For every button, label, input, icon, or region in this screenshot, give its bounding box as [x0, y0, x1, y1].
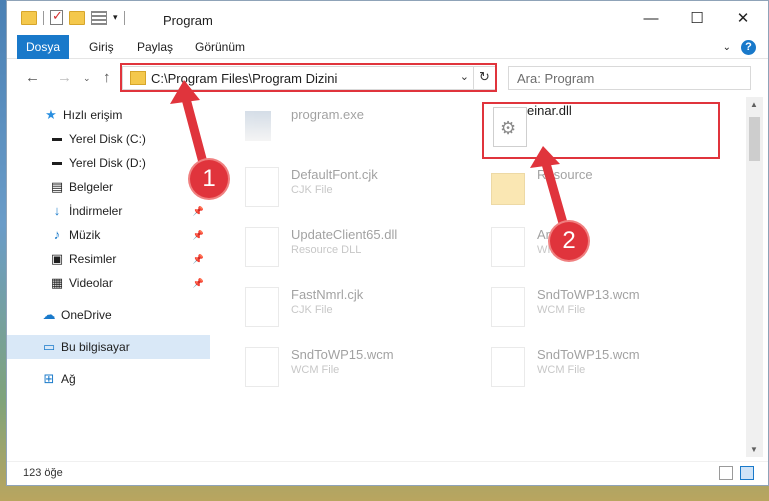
close-button[interactable]: ✕ — [720, 1, 766, 35]
sidebar-item-belgeler[interactable]: ▤ Belgeler — [7, 175, 210, 199]
scroll-up-icon[interactable]: ▲ — [750, 100, 758, 109]
up-arrow-icon[interactable]: ↑ — [103, 69, 111, 86]
network-icon: ⊞ — [43, 371, 55, 386]
sidebar-item-muzik[interactable]: ♪ Müzik 📌 — [7, 223, 210, 247]
sidebar-item-videolar[interactable]: ▦ Videolar 📌 — [7, 271, 210, 295]
tab-paylas[interactable]: Paylaş — [127, 35, 183, 59]
file-icon — [245, 347, 279, 387]
file-icon — [491, 347, 525, 387]
video-icon: ▦ — [50, 275, 64, 290]
file-item[interactable]: FastNmrl.cjk CJK File — [245, 283, 475, 335]
download-icon: ↓ — [53, 203, 61, 218]
file-highlight-box — [482, 102, 720, 159]
folder-icon — [21, 10, 37, 25]
sidebar-item-disk-d[interactable]: ▬ Yerel Disk (D:) — [7, 151, 210, 175]
file-icon — [245, 287, 279, 327]
pin-icon[interactable]: 📌 — [193, 254, 204, 265]
search-box[interactable]: Ara: Program — [508, 66, 751, 90]
program-icon — [245, 111, 271, 141]
minimize-button[interactable]: — — [628, 1, 674, 35]
expand-ribbon-icon[interactable]: ⌄ — [723, 42, 731, 53]
cloud-icon: ☁ — [42, 307, 56, 322]
pin-icon[interactable]: 📌 — [193, 206, 204, 217]
forward-arrow-icon[interactable]: → — [57, 69, 72, 86]
tab-dosya[interactable]: Dosya — [17, 35, 69, 59]
sidebar-item-onedrive[interactable]: ☁ OneDrive — [7, 303, 210, 327]
large-icons-view-icon[interactable] — [740, 466, 754, 480]
sidebar-item-bu-bilgisayar[interactable]: ▭ Bu bilgisayar — [7, 335, 210, 359]
customize-toolbar-icon[interactable]: ▾ — [113, 12, 118, 23]
file-item[interactable]: program.exe — [245, 103, 475, 155]
drive-icon: ▬ — [52, 157, 62, 168]
sidebar-item-indirmeler[interactable]: ↓ İndirmeler 📌 — [7, 199, 210, 223]
file-item[interactable]: Archived WIM File — [491, 223, 721, 275]
window-title: Program — [163, 13, 213, 28]
tab-gorunum[interactable]: Görünüm — [185, 35, 255, 59]
ribbon: Dosya Giriş Paylaş Görünüm ⌄ ? — [7, 35, 768, 59]
document-icon: ▤ — [50, 179, 64, 194]
file-item[interactable]: SndToWP13.wcm WCM File — [491, 283, 721, 335]
pin-icon[interactable]: 📌 — [193, 278, 204, 289]
drive-icon: ▬ — [52, 133, 62, 144]
file-item[interactable]: DefaultFont.cjk CJK File — [245, 163, 475, 215]
file-icon — [491, 227, 525, 267]
scroll-down-icon[interactable]: ▼ — [750, 445, 758, 454]
item-count: 123 öğe — [23, 467, 63, 479]
folder-item[interactable]: Resource — [491, 163, 721, 215]
file-icon — [245, 167, 279, 207]
sidebar-item-quick-access[interactable]: ★ Hızlı erişim — [7, 103, 210, 127]
address-highlight-box — [120, 63, 497, 92]
maximize-button[interactable]: ☐ — [674, 1, 720, 35]
scrollbar-thumb[interactable] — [749, 117, 760, 161]
pin-icon[interactable]: 📌 — [193, 230, 204, 241]
navigation-pane: ★ Hızlı erişim ▬ Yerel Disk (C:) ▬ Yerel… — [7, 97, 210, 457]
properties-icon[interactable] — [50, 8, 63, 25]
annotation-marker-2: 2 — [550, 222, 588, 260]
star-icon: ★ — [45, 107, 57, 122]
file-item[interactable]: SndToWP15.wcm WCM File — [491, 343, 721, 395]
folder-icon — [491, 173, 525, 205]
title-bar: ▾ Program — ☐ ✕ — [7, 1, 768, 35]
vertical-scrollbar[interactable]: ▲ ▼ — [746, 97, 763, 457]
new-folder-icon[interactable] — [69, 10, 85, 25]
sidebar-item-disk-c[interactable]: ▬ Yerel Disk (C:) — [7, 127, 210, 151]
help-icon[interactable]: ? — [741, 40, 756, 55]
search-placeholder: Ara: Program — [517, 71, 595, 86]
list-icon[interactable] — [91, 10, 107, 25]
computer-icon: ▭ — [42, 339, 56, 354]
file-item[interactable]: SndToWP15.wcm WCM File — [245, 343, 475, 395]
recent-locations-icon[interactable]: ⌄ — [83, 73, 91, 84]
sidebar-item-ag[interactable]: ⊞ Ağ — [7, 367, 210, 391]
file-icon — [491, 287, 525, 327]
gear-file-icon — [245, 227, 279, 267]
status-bar: 123 öğe — [7, 461, 768, 485]
quick-access-toolbar: ▾ — [21, 8, 125, 25]
pictures-icon: ▣ — [50, 251, 64, 266]
music-icon: ♪ — [53, 227, 61, 242]
file-item[interactable]: UpdateClient65.dll Resource DLL — [245, 223, 475, 275]
annotation-marker-1: 1 — [190, 160, 228, 198]
sidebar-item-resimler[interactable]: ▣ Resimler 📌 — [7, 247, 210, 271]
details-view-icon[interactable] — [719, 466, 733, 480]
back-arrow-icon[interactable]: ← — [25, 69, 40, 86]
tab-giris[interactable]: Giriş — [79, 35, 124, 59]
